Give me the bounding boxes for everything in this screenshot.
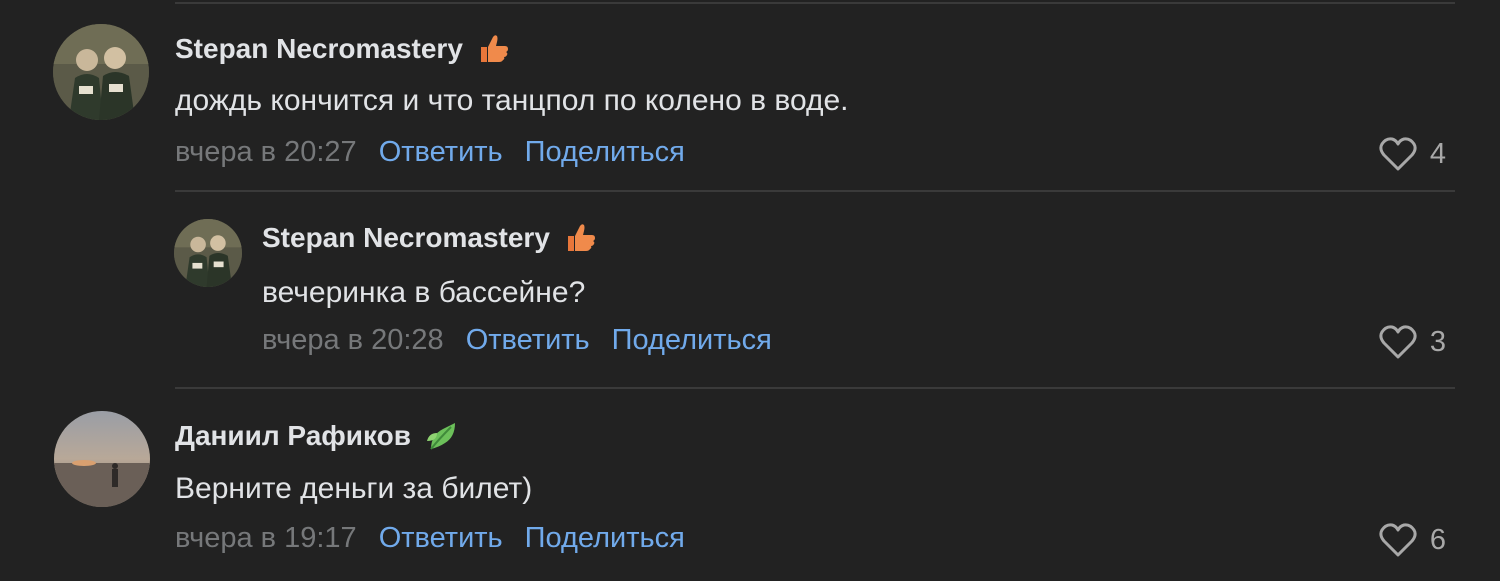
reply-button[interactable]: Ответить: [466, 324, 590, 357]
comment-time[interactable]: вчера в 19:17: [175, 522, 357, 555]
avatar[interactable]: [54, 411, 150, 507]
like-count: 4: [1429, 137, 1446, 170]
author-row: Даниил Рафиков: [175, 416, 459, 456]
comment-time[interactable]: вчера в 20:27: [175, 136, 357, 169]
reply-button[interactable]: Ответить: [379, 136, 503, 169]
avatar-photo-icon: [54, 411, 150, 507]
heart-icon: [1379, 523, 1417, 557]
avatar[interactable]: [53, 24, 149, 120]
author-row: Stepan Necromastery: [262, 218, 598, 258]
author-name[interactable]: Stepan Necromastery: [262, 222, 550, 254]
author-name[interactable]: Даниил Рафиков: [175, 420, 411, 452]
reply-button[interactable]: Ответить: [379, 522, 503, 555]
divider: [175, 190, 1455, 192]
share-button[interactable]: Поделиться: [525, 522, 685, 555]
heart-icon: [1379, 137, 1417, 171]
comments-thread: Stepan Necromastery дождь кончится и что…: [0, 0, 1500, 581]
avatar-photo-icon: [53, 24, 149, 120]
like-button[interactable]: 4: [1378, 136, 1446, 172]
author-row: Stepan Necromastery: [175, 29, 511, 69]
share-button[interactable]: Поделиться: [525, 136, 685, 169]
share-button[interactable]: Поделиться: [612, 324, 772, 357]
avatar[interactable]: [174, 219, 242, 287]
author-name[interactable]: Stepan Necromastery: [175, 33, 463, 65]
comment-time[interactable]: вчера в 20:28: [262, 324, 444, 357]
divider: [175, 2, 1455, 4]
heart-icon: [1379, 325, 1417, 359]
divider: [175, 387, 1455, 389]
comment-meta: вчера в 20:28 Ответить Поделиться: [262, 324, 772, 357]
like-count: 3: [1429, 325, 1446, 358]
thumbs-up-icon: [477, 32, 511, 66]
comment-text: вечеринка в бассейне?: [262, 276, 586, 309]
like-button[interactable]: 6: [1378, 522, 1446, 558]
like-button[interactable]: 3: [1378, 324, 1446, 360]
avatar-photo-icon: [174, 219, 242, 287]
comment-meta: вчера в 20:27 Ответить Поделиться: [175, 136, 685, 169]
thumbs-up-icon: [564, 221, 598, 255]
comment-meta: вчера в 19:17 Ответить Поделиться: [175, 522, 685, 555]
comment-text: дождь кончится и что танцпол по колено в…: [175, 84, 849, 117]
like-count: 6: [1429, 523, 1446, 556]
comment-text: Верните деньги за билет): [175, 472, 533, 505]
leaves-icon: [425, 419, 459, 453]
